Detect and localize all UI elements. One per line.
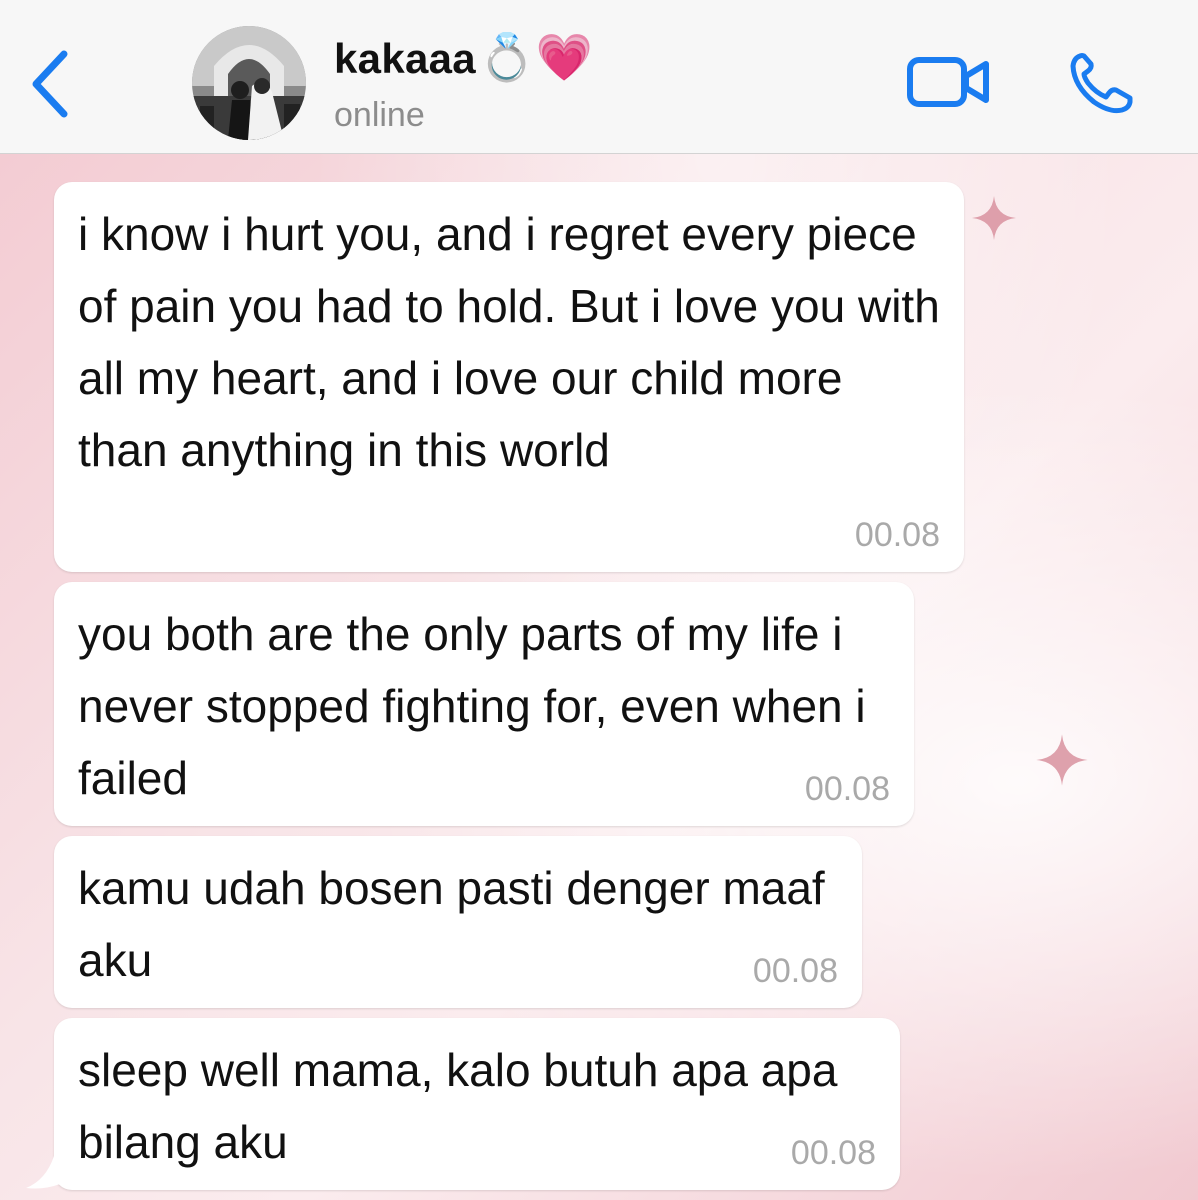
video-camera-icon xyxy=(907,57,989,107)
phone-icon xyxy=(1070,53,1133,114)
message-time: 00.08 xyxy=(790,1134,876,1172)
chat-header: kakaaa💍💗 online xyxy=(0,0,1198,154)
message-text: i know i hurt you, and i regret every pi… xyxy=(78,208,940,476)
chevron-left-icon xyxy=(32,50,68,118)
bubble-tail xyxy=(26,1156,60,1189)
message-text: you both are the only parts of my life i… xyxy=(78,608,866,804)
avatar[interactable] xyxy=(192,26,306,140)
message-time: 00.08 xyxy=(752,952,838,990)
contact-name-emoji: 💍💗 xyxy=(477,31,594,83)
video-call-button[interactable] xyxy=(906,54,992,110)
message-bubble[interactable]: kamu udah bosen pasti denger maaf aku 00… xyxy=(54,836,862,1008)
contact-name-text: kakaaa xyxy=(334,35,476,82)
message-bubble[interactable]: you both are the only parts of my life i… xyxy=(54,582,914,826)
message-time: 00.08 xyxy=(854,516,940,554)
message-text: sleep well mama, kalo butuh apa apa bila… xyxy=(78,1044,838,1168)
message-time: 00.08 xyxy=(804,770,890,808)
contact-name[interactable]: kakaaa💍💗 xyxy=(334,30,593,85)
message-text: kamu udah bosen pasti denger maaf aku xyxy=(78,862,825,986)
voice-call-button[interactable] xyxy=(1066,50,1136,116)
back-button[interactable] xyxy=(24,42,80,126)
contact-status: online xyxy=(334,96,425,134)
chat-area[interactable]: i know i hurt you, and i regret every pi… xyxy=(0,154,1198,1200)
message-bubble[interactable]: sleep well mama, kalo butuh apa apa bila… xyxy=(54,1018,900,1190)
message-bubble[interactable]: i know i hurt you, and i regret every pi… xyxy=(54,182,964,572)
sparkle-decoration-icon xyxy=(972,196,1016,240)
sparkle-decoration-icon xyxy=(1036,734,1088,786)
